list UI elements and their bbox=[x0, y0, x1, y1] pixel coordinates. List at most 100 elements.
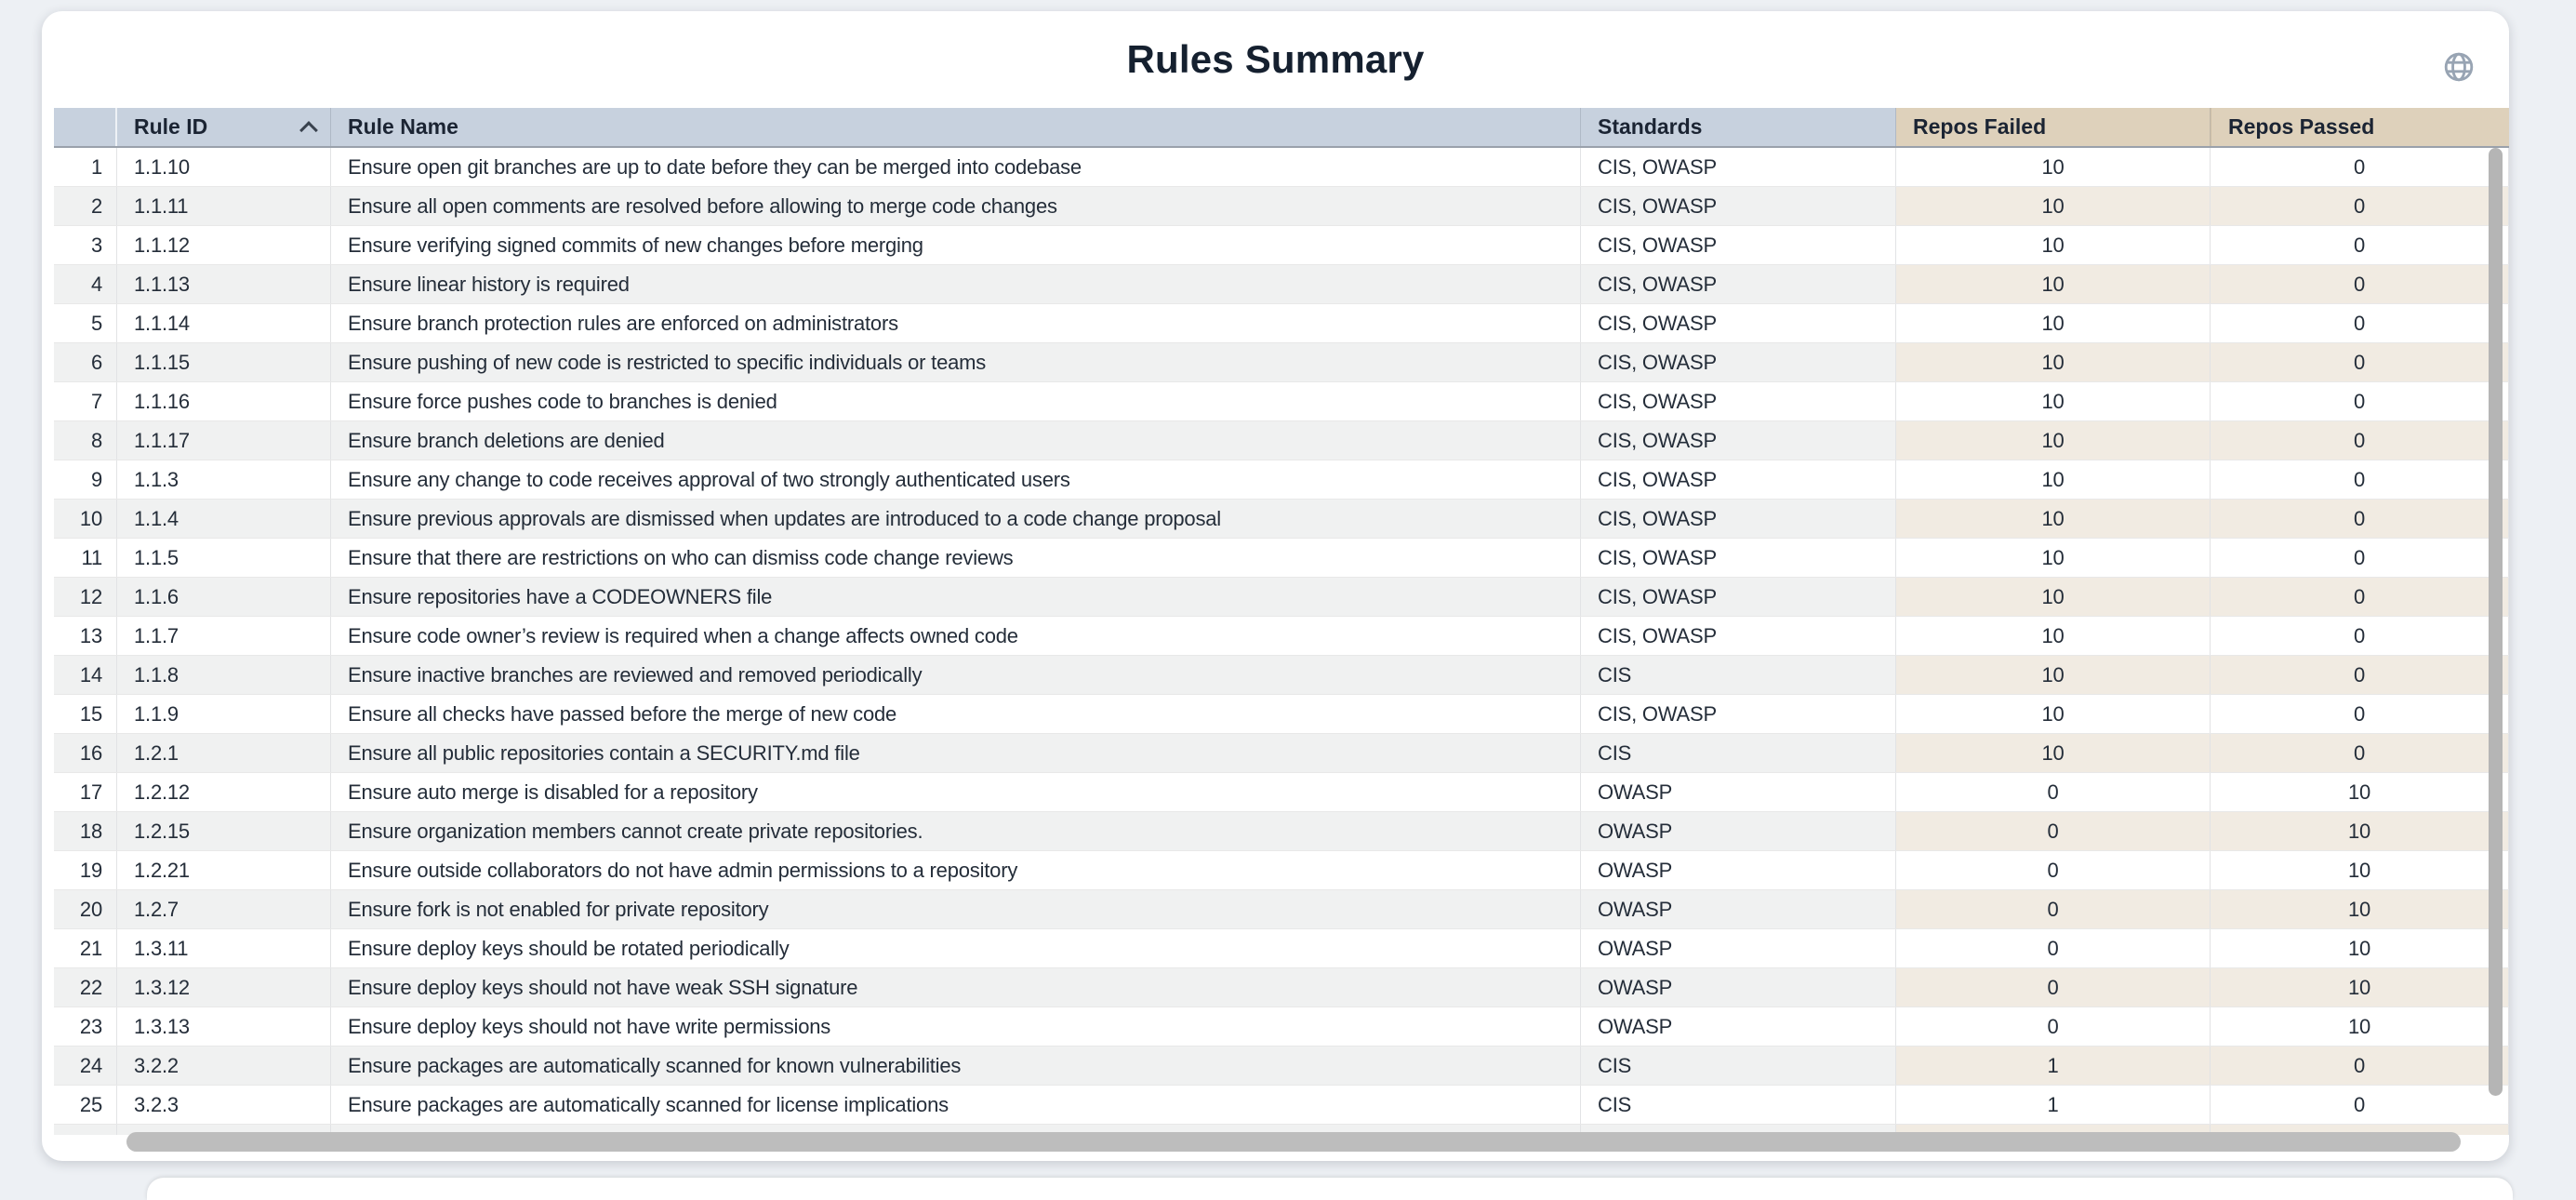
table-row[interactable]: 211.3.11Ensure deploy keys should be rot… bbox=[54, 929, 2509, 968]
table-row[interactable]: 171.2.12Ensure auto merge is disabled fo… bbox=[54, 773, 2509, 812]
cell-standards: CIS, OWASP bbox=[1581, 617, 1896, 655]
cell-index: 23 bbox=[54, 1007, 117, 1046]
cell-rule-name: Ensure auto merge is disabled for a repo… bbox=[331, 773, 1581, 811]
table-row[interactable]: 121.1.6Ensure repositories have a CODEOW… bbox=[54, 578, 2509, 617]
cell-rule-name: Ensure inactive branches are reviewed an… bbox=[331, 656, 1581, 694]
cell-repos-passed: 0 bbox=[2211, 148, 2509, 186]
cell-index: 18 bbox=[54, 812, 117, 850]
table-row[interactable]: 91.1.3Ensure any change to code receives… bbox=[54, 460, 2509, 500]
table-row[interactable]: 201.2.7Ensure fork is not enabled for pr… bbox=[54, 890, 2509, 929]
cell-repos-failed: 0 bbox=[1896, 773, 2211, 811]
cell-repos-failed: 10 bbox=[1896, 382, 2211, 420]
cell-repos-passed: 0 bbox=[2211, 421, 2509, 460]
column-header-label: Standards bbox=[1598, 114, 1702, 140]
cell-index: 7 bbox=[54, 382, 117, 420]
table-row[interactable]: 31.1.12Ensure verifying signed commits o… bbox=[54, 226, 2509, 265]
globe-icon[interactable] bbox=[2442, 50, 2476, 84]
cell-index: 14 bbox=[54, 656, 117, 694]
cell-index: 21 bbox=[54, 929, 117, 967]
cell-repos-failed: 10 bbox=[1896, 695, 2211, 733]
table-row[interactable]: 111.1.5Ensure that there are restriction… bbox=[54, 539, 2509, 578]
cell-standards: CIS, OWASP bbox=[1581, 265, 1896, 303]
cell-index: 10 bbox=[54, 500, 117, 538]
column-header-repos-failed[interactable]: Repos Failed bbox=[1896, 108, 2211, 146]
cell-index: 22 bbox=[54, 968, 117, 1007]
cell-index: 19 bbox=[54, 851, 117, 889]
cell-standards: CIS, OWASP bbox=[1581, 304, 1896, 342]
cell-rule-name: Ensure any change to code receives appro… bbox=[331, 460, 1581, 499]
cell-index bbox=[54, 1125, 117, 1135]
cell-rule-id: 1.1.14 bbox=[117, 304, 331, 342]
vertical-scrollbar[interactable] bbox=[2489, 148, 2503, 1096]
cell-repos-failed: 0 bbox=[1896, 929, 2211, 967]
table-body: 11.1.10Ensure open git branches are up t… bbox=[54, 148, 2509, 1135]
table-row[interactable]: 191.2.21Ensure outside collaborators do … bbox=[54, 851, 2509, 890]
table-row[interactable]: 221.3.12Ensure deploy keys should not ha… bbox=[54, 968, 2509, 1007]
cell-repos-failed: 0 bbox=[1896, 890, 2211, 928]
table-row[interactable]: 81.1.17Ensure branch deletions are denie… bbox=[54, 421, 2509, 460]
cell-rule-name: Ensure open git branches are up to date … bbox=[331, 148, 1581, 186]
cell-rule-name: Ensure verifying signed commits of new c… bbox=[331, 226, 1581, 264]
cell-rule-name: Ensure all public repositories contain a… bbox=[331, 734, 1581, 772]
cell-rule-id: 1.2.21 bbox=[117, 851, 331, 889]
cell-rule-id: 3.2.3 bbox=[117, 1086, 331, 1124]
table-row[interactable]: 151.1.9Ensure all checks have passed bef… bbox=[54, 695, 2509, 734]
cell-rule-name: Ensure that there are restrictions on wh… bbox=[331, 539, 1581, 577]
cell-index: 15 bbox=[54, 695, 117, 733]
cell-rule-id: 1.1.13 bbox=[117, 265, 331, 303]
cell-repos-failed: 0 bbox=[1896, 968, 2211, 1007]
cell-rule-name: Ensure linear history is required bbox=[331, 265, 1581, 303]
cell-standards: CIS, OWASP bbox=[1581, 460, 1896, 499]
cell-standards: CIS, OWASP bbox=[1581, 500, 1896, 538]
rules-table: Rule ID Rule Name Standards Repos Failed… bbox=[54, 108, 2509, 1135]
column-header-label: Rule ID bbox=[134, 114, 207, 140]
cell-standards: CIS bbox=[1581, 656, 1896, 694]
table-row[interactable]: 243.2.2Ensure packages are automatically… bbox=[54, 1047, 2509, 1086]
table-row[interactable]: 141.1.8Ensure inactive branches are revi… bbox=[54, 656, 2509, 695]
cell-standards: CIS bbox=[1581, 1047, 1896, 1085]
table-row[interactable]: 51.1.14Ensure branch protection rules ar… bbox=[54, 304, 2509, 343]
table-row[interactable]: 161.2.1Ensure all public repositories co… bbox=[54, 734, 2509, 773]
column-header-rule-name[interactable]: Rule Name bbox=[331, 108, 1581, 146]
cell-rule-id: 1.2.12 bbox=[117, 773, 331, 811]
cell-repos-failed: 10 bbox=[1896, 343, 2211, 381]
column-header-label: Rule Name bbox=[348, 114, 458, 140]
cell-rule-id: 1.1.10 bbox=[117, 148, 331, 186]
cell-standards: CIS, OWASP bbox=[1581, 148, 1896, 186]
cell-rule-name: Ensure all open comments are resolved be… bbox=[331, 187, 1581, 225]
column-header-rule-id[interactable]: Rule ID bbox=[117, 108, 331, 146]
cell-repos-failed: 10 bbox=[1896, 265, 2211, 303]
cell-rule-name: Ensure fork is not enabled for private r… bbox=[331, 890, 1581, 928]
cell-repos-passed: 0 bbox=[2211, 1086, 2509, 1124]
cell-rule-name: Ensure packages are automatically scanne… bbox=[331, 1047, 1581, 1085]
table-row[interactable]: 181.2.15Ensure organization members cann… bbox=[54, 812, 2509, 851]
table-row[interactable]: 71.1.16Ensure force pushes code to branc… bbox=[54, 382, 2509, 421]
cell-index: 13 bbox=[54, 617, 117, 655]
cell-standards: OWASP bbox=[1581, 851, 1896, 889]
table-header-row: Rule ID Rule Name Standards Repos Failed… bbox=[54, 108, 2509, 148]
cell-rule-name: Ensure deploy keys should be rotated per… bbox=[331, 929, 1581, 967]
cell-index: 6 bbox=[54, 343, 117, 381]
cell-repos-passed: 0 bbox=[2211, 187, 2509, 225]
table-row[interactable]: 131.1.7Ensure code owner’s review is req… bbox=[54, 617, 2509, 656]
table-row[interactable]: 11.1.10Ensure open git branches are up t… bbox=[54, 148, 2509, 187]
column-header-standards[interactable]: Standards bbox=[1581, 108, 1896, 146]
table-row[interactable]: 101.1.4Ensure previous approvals are dis… bbox=[54, 500, 2509, 539]
table-row[interactable]: 231.3.13Ensure deploy keys should not ha… bbox=[54, 1007, 2509, 1047]
cell-rule-id: 1.1.16 bbox=[117, 382, 331, 420]
cell-standards: OWASP bbox=[1581, 773, 1896, 811]
cell-rule-name: Ensure pushing of new code is restricted… bbox=[331, 343, 1581, 381]
horizontal-scrollbar[interactable] bbox=[126, 1132, 2461, 1152]
cell-standards: OWASP bbox=[1581, 1007, 1896, 1046]
cell-repos-passed: 0 bbox=[2211, 226, 2509, 264]
cell-index: 24 bbox=[54, 1047, 117, 1085]
column-header-repos-passed[interactable]: Repos Passed bbox=[2211, 108, 2509, 146]
table-row[interactable]: 61.1.15Ensure pushing of new code is res… bbox=[54, 343, 2509, 382]
cell-rule-id: 1.2.1 bbox=[117, 734, 331, 772]
table-row[interactable]: 41.1.13Ensure linear history is required… bbox=[54, 265, 2509, 304]
cell-index: 11 bbox=[54, 539, 117, 577]
table-row[interactable]: 253.2.3Ensure packages are automatically… bbox=[54, 1086, 2509, 1125]
table-row[interactable]: 21.1.11Ensure all open comments are reso… bbox=[54, 187, 2509, 226]
cell-rule-name: Ensure packages are automatically scanne… bbox=[331, 1086, 1581, 1124]
cell-repos-passed: 0 bbox=[2211, 734, 2509, 772]
